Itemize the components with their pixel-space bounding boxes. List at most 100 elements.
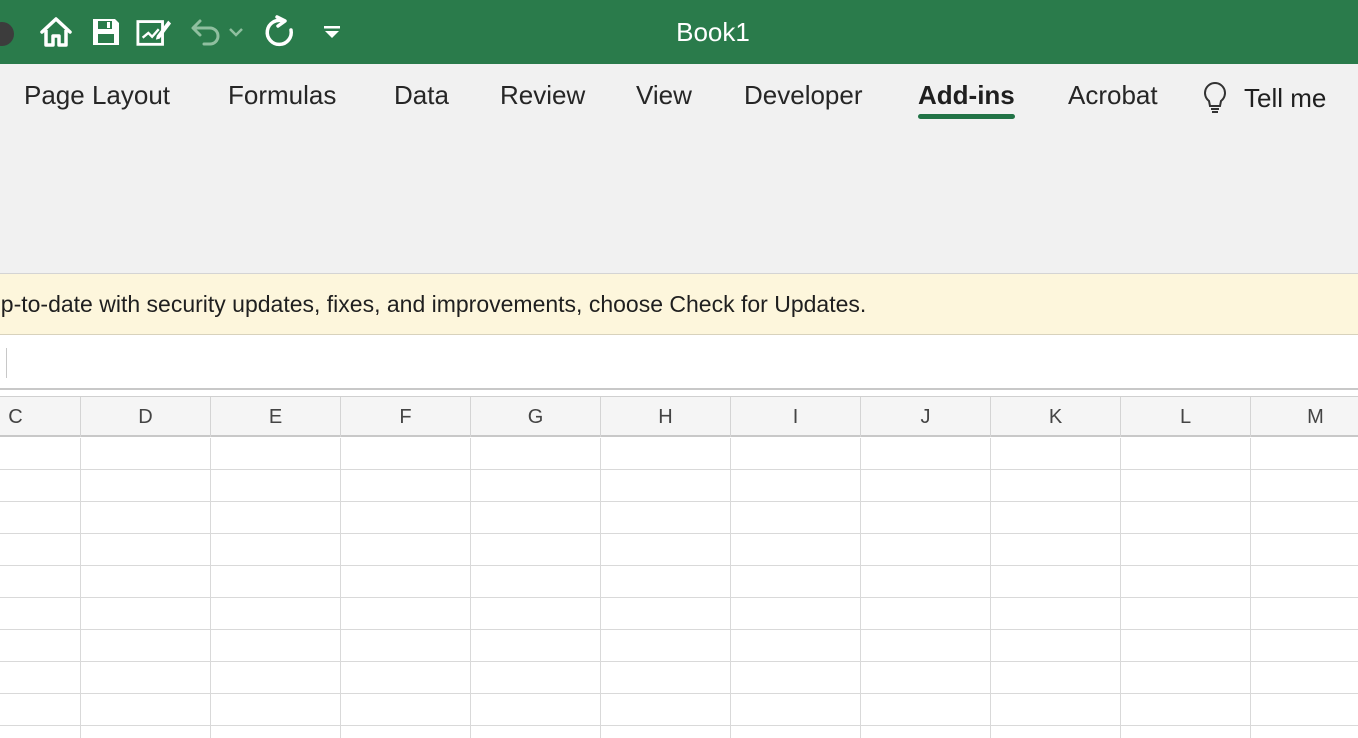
cell[interactable] bbox=[861, 470, 991, 502]
tab-developer[interactable]: Developer bbox=[744, 78, 863, 118]
cell[interactable] bbox=[731, 694, 861, 726]
cell[interactable] bbox=[211, 470, 341, 502]
cell[interactable] bbox=[341, 726, 471, 738]
column-header-d[interactable]: D bbox=[81, 397, 211, 437]
cell[interactable] bbox=[1251, 694, 1358, 726]
cell[interactable] bbox=[341, 630, 471, 662]
cell[interactable] bbox=[0, 470, 81, 502]
cell[interactable] bbox=[601, 630, 731, 662]
column-header-e[interactable]: E bbox=[211, 397, 341, 437]
cell[interactable] bbox=[1121, 534, 1251, 566]
column-header-g[interactable]: G bbox=[471, 397, 601, 437]
cell[interactable] bbox=[731, 502, 861, 534]
tab-view[interactable]: View bbox=[636, 78, 692, 118]
column-header-h[interactable]: H bbox=[601, 397, 731, 437]
cell[interactable] bbox=[211, 726, 341, 738]
cell[interactable] bbox=[601, 694, 731, 726]
cell[interactable] bbox=[601, 726, 731, 738]
cell[interactable] bbox=[341, 438, 471, 470]
cell[interactable] bbox=[601, 534, 731, 566]
tell-me-search[interactable]: Tell me bbox=[1200, 78, 1326, 118]
cell[interactable] bbox=[731, 662, 861, 694]
cell[interactable] bbox=[0, 726, 81, 738]
cell[interactable] bbox=[1121, 502, 1251, 534]
worksheet-grid[interactable] bbox=[0, 438, 1358, 738]
cell[interactable] bbox=[211, 566, 341, 598]
cell[interactable] bbox=[211, 534, 341, 566]
cell[interactable] bbox=[1121, 630, 1251, 662]
cell[interactable] bbox=[601, 470, 731, 502]
cell[interactable] bbox=[861, 694, 991, 726]
cell[interactable] bbox=[211, 662, 341, 694]
tab-add-ins[interactable]: Add-ins bbox=[918, 78, 1015, 119]
cell[interactable] bbox=[0, 630, 81, 662]
cell[interactable] bbox=[601, 566, 731, 598]
cell[interactable] bbox=[81, 566, 211, 598]
cell[interactable] bbox=[991, 598, 1121, 630]
column-header-k[interactable]: K bbox=[991, 397, 1121, 437]
column-header-j[interactable]: J bbox=[861, 397, 991, 437]
cell[interactable] bbox=[81, 694, 211, 726]
cell[interactable] bbox=[861, 438, 991, 470]
cell[interactable] bbox=[991, 502, 1121, 534]
cell[interactable] bbox=[0, 534, 81, 566]
cell[interactable] bbox=[861, 630, 991, 662]
cell[interactable] bbox=[1121, 694, 1251, 726]
cell[interactable] bbox=[0, 438, 81, 470]
column-header-l[interactable]: L bbox=[1121, 397, 1251, 437]
tab-page-layout[interactable]: Page Layout bbox=[24, 78, 170, 118]
cell[interactable] bbox=[1251, 630, 1358, 662]
column-header-m[interactable]: M bbox=[1251, 397, 1358, 437]
cell[interactable] bbox=[0, 694, 81, 726]
cell[interactable] bbox=[1251, 534, 1358, 566]
cell[interactable] bbox=[861, 566, 991, 598]
cell[interactable] bbox=[991, 694, 1121, 726]
cell[interactable] bbox=[0, 566, 81, 598]
column-header-i[interactable]: I bbox=[731, 397, 861, 437]
cell[interactable] bbox=[991, 534, 1121, 566]
cell[interactable] bbox=[471, 662, 601, 694]
tab-acrobat[interactable]: Acrobat bbox=[1068, 78, 1158, 118]
cell[interactable] bbox=[211, 694, 341, 726]
cell[interactable] bbox=[1121, 438, 1251, 470]
tab-formulas[interactable]: Formulas bbox=[228, 78, 336, 118]
cell[interactable] bbox=[471, 534, 601, 566]
cell[interactable] bbox=[731, 630, 861, 662]
cell[interactable] bbox=[861, 598, 991, 630]
cell[interactable] bbox=[211, 438, 341, 470]
cell[interactable] bbox=[1251, 502, 1358, 534]
cell[interactable] bbox=[1121, 726, 1251, 738]
cell[interactable] bbox=[601, 502, 731, 534]
cell[interactable] bbox=[1121, 566, 1251, 598]
cell[interactable] bbox=[861, 726, 991, 738]
formula-input[interactable] bbox=[20, 344, 1358, 382]
cell[interactable] bbox=[81, 662, 211, 694]
cell[interactable] bbox=[471, 502, 601, 534]
cell[interactable] bbox=[471, 470, 601, 502]
cell[interactable] bbox=[1251, 470, 1358, 502]
cell[interactable] bbox=[601, 662, 731, 694]
cell[interactable] bbox=[341, 566, 471, 598]
cell[interactable] bbox=[1121, 470, 1251, 502]
cell[interactable] bbox=[211, 502, 341, 534]
cell[interactable] bbox=[81, 630, 211, 662]
cell[interactable] bbox=[0, 662, 81, 694]
column-header-c[interactable]: C bbox=[0, 397, 81, 437]
cell[interactable] bbox=[861, 502, 991, 534]
cell[interactable] bbox=[731, 438, 861, 470]
cell[interactable] bbox=[991, 566, 1121, 598]
cell[interactable] bbox=[731, 598, 861, 630]
cell[interactable] bbox=[81, 726, 211, 738]
cell[interactable] bbox=[601, 438, 731, 470]
cell[interactable] bbox=[731, 566, 861, 598]
cell[interactable] bbox=[81, 438, 211, 470]
column-header-f[interactable]: F bbox=[341, 397, 471, 437]
cell[interactable] bbox=[861, 534, 991, 566]
cell[interactable] bbox=[81, 470, 211, 502]
cell[interactable] bbox=[81, 502, 211, 534]
cell[interactable] bbox=[1121, 598, 1251, 630]
cell[interactable] bbox=[471, 598, 601, 630]
cell[interactable] bbox=[341, 694, 471, 726]
cell[interactable] bbox=[211, 598, 341, 630]
tab-review[interactable]: Review bbox=[500, 78, 585, 118]
